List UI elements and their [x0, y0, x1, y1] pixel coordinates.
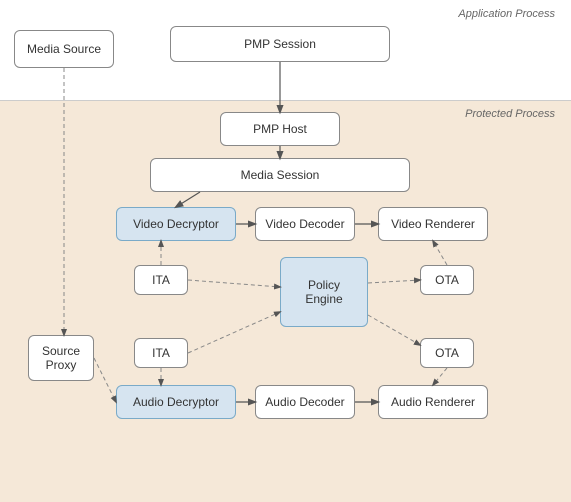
- audio-renderer-box: Audio Renderer: [378, 385, 488, 419]
- policy-engine-box: Policy Engine: [280, 257, 368, 327]
- video-renderer-box: Video Renderer: [378, 207, 488, 241]
- audio-decryptor-box: Audio Decryptor: [116, 385, 236, 419]
- app-process-label: Application Process: [458, 8, 555, 20]
- source-proxy-box: Source Proxy: [28, 335, 94, 381]
- pmp-session-box: PMP Session: [170, 26, 390, 62]
- media-session-box: Media Session: [150, 158, 410, 192]
- ita-bottom-box: ITA: [134, 338, 188, 368]
- ita-top-box: ITA: [134, 265, 188, 295]
- pmp-host-box: PMP Host: [220, 112, 340, 146]
- video-decryptor-box: Video Decryptor: [116, 207, 236, 241]
- protected-process-label: Protected Process: [465, 108, 555, 120]
- audio-decoder-box: Audio Decoder: [255, 385, 355, 419]
- video-decoder-box: Video Decoder: [255, 207, 355, 241]
- media-source-box: Media Source: [14, 30, 114, 68]
- ota-top-box: OTA: [420, 265, 474, 295]
- ota-bottom-box: OTA: [420, 338, 474, 368]
